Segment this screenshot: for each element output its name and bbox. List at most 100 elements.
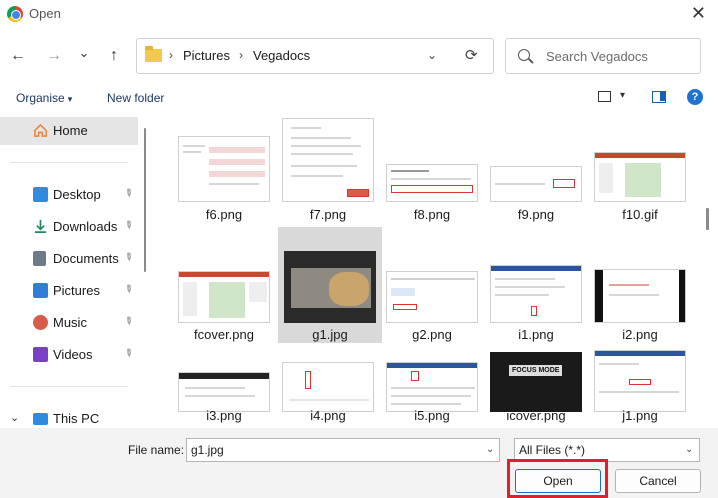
sidebar-item-label: Pictures — [53, 283, 100, 298]
breadcrumb-vegadocs[interactable]: Vegadocs — [253, 48, 310, 63]
organise-label: Organise — [16, 91, 65, 105]
image-thumbnail — [386, 271, 478, 323]
file-item-i2[interactable]: i2.png — [588, 227, 692, 342]
pictures-icon — [33, 283, 48, 298]
new-folder-button[interactable]: New folder — [107, 91, 164, 105]
image-thumbnail — [594, 152, 686, 202]
organise-button[interactable]: Organise ▾ — [16, 91, 72, 105]
preview-pane-icon[interactable] — [652, 91, 666, 103]
music-icon — [33, 315, 48, 330]
file-name: g1.jpg — [312, 327, 348, 342]
expand-chevron-icon[interactable]: ⌄ — [10, 411, 19, 424]
pin-icon[interactable]: ✎ — [121, 283, 134, 297]
close-icon[interactable]: ✕ — [691, 3, 706, 23]
pin-icon[interactable]: ✎ — [121, 315, 134, 329]
file-name-dropdown-icon[interactable]: ⌄ — [486, 444, 494, 455]
pin-icon[interactable]: ✎ — [121, 187, 134, 201]
navigation-bar: ← → ⌄ ↑ › Pictures › Vegadocs ⌄ ⟳ Search… — [0, 38, 718, 74]
file-list-scrollbar[interactable] — [706, 208, 709, 230]
address-dropdown-chevron-icon[interactable]: ⌄ — [427, 48, 437, 62]
sidebar-item-pictures[interactable]: Pictures ✎ — [0, 277, 138, 305]
sidebar-item-videos[interactable]: Videos ✎ — [0, 341, 138, 369]
image-thumbnail — [282, 118, 374, 202]
view-mode-icon[interactable] — [598, 91, 611, 102]
image-thumbnail — [386, 164, 478, 202]
file-name: f9.png — [517, 207, 555, 222]
pin-icon[interactable]: ✎ — [121, 347, 134, 361]
sidebar-item-label: Downloads — [53, 219, 118, 234]
sidebar-scrollbar[interactable] — [144, 128, 146, 272]
file-name: f10.gif — [622, 207, 658, 222]
file-name: f7.png — [309, 207, 347, 222]
sidebar-item-desktop[interactable]: Desktop ✎ — [0, 181, 138, 209]
sidebar-item-downloads[interactable]: Downloads ✎ — [0, 213, 138, 241]
caret-down-icon: ▾ — [67, 94, 73, 104]
file-name: g2.png — [412, 327, 452, 342]
sidebar-item-home[interactable]: Home — [0, 117, 138, 145]
folder-icon — [145, 46, 162, 62]
file-name: fcover.png — [194, 327, 254, 342]
file-item-fcover[interactable]: fcover.png — [172, 227, 276, 342]
file-name: i4.png — [310, 408, 346, 423]
image-thumbnail — [490, 265, 582, 323]
search-input[interactable]: Search Vegadocs — [546, 49, 648, 64]
file-item-f9[interactable]: f9.png — [484, 112, 588, 222]
window-title: Open — [29, 6, 61, 21]
highlight-box — [507, 459, 608, 498]
file-item-i1[interactable]: i1.png — [484, 227, 588, 342]
sidebar-item-label: Desktop — [53, 187, 101, 202]
breadcrumb-separator: › — [169, 48, 173, 62]
file-item-i4[interactable]: i4.png — [276, 344, 380, 428]
sidebar-item-label: Videos — [53, 347, 93, 362]
file-item-icover[interactable]: FOCUS MODE icover.png — [484, 344, 588, 428]
file-item-f6[interactable]: f6.png — [172, 112, 276, 222]
image-thumbnail — [284, 251, 376, 323]
back-arrow-icon[interactable]: ← — [8, 46, 28, 66]
breadcrumb-pictures[interactable]: Pictures — [183, 48, 230, 63]
file-item-g1[interactable]: g1.jpg — [278, 227, 382, 343]
file-item-f10[interactable]: f10.gif — [588, 112, 692, 222]
file-item-i3[interactable]: i3.png — [172, 344, 276, 428]
image-thumbnail — [282, 362, 374, 412]
search-box[interactable]: Search Vegadocs — [505, 38, 701, 74]
file-name: icover.png — [506, 408, 566, 423]
file-name-label: File name: — [128, 443, 185, 457]
recent-locations-chevron-icon[interactable]: ⌄ — [74, 46, 94, 66]
image-thumbnail — [490, 166, 582, 202]
view-options-caret-icon[interactable]: ▾ — [620, 90, 625, 101]
file-name-field[interactable] — [186, 438, 500, 462]
pin-icon[interactable]: ✎ — [121, 251, 134, 265]
home-icon — [34, 123, 47, 137]
download-icon — [34, 219, 47, 233]
sidebar-item-this-pc[interactable]: ⌄ This PC — [0, 405, 138, 428]
file-item-i5[interactable]: i5.png — [380, 344, 484, 428]
address-bar[interactable]: › Pictures › Vegadocs ⌄ ⟳ — [136, 38, 494, 74]
help-icon[interactable]: ? — [687, 89, 703, 105]
sidebar-item-label: This PC — [53, 411, 100, 426]
thumbnail-caption: FOCUS MODE — [509, 365, 563, 376]
pin-icon[interactable]: ✎ — [121, 219, 134, 233]
forward-arrow-icon[interactable]: → — [44, 46, 64, 66]
file-item-f7[interactable]: f7.png — [276, 112, 380, 222]
dialog-footer: File name: ⌄ All Files (*.*) ⌄ Open Canc… — [0, 428, 718, 498]
sidebar-item-label: Music — [53, 315, 87, 330]
cancel-button[interactable]: Cancel — [615, 469, 701, 493]
file-item-f8[interactable]: f8.png — [380, 112, 484, 222]
file-item-g2[interactable]: g2.png — [380, 227, 484, 342]
command-bar: Organise ▾ New folder ▾ ? — [0, 86, 718, 112]
sidebar-item-music[interactable]: Music ✎ — [0, 309, 138, 337]
file-name: f8.png — [413, 207, 451, 222]
sidebar-item-label: Documents — [53, 251, 119, 266]
sidebar-item-label: Home — [53, 123, 88, 138]
image-thumbnail — [178, 372, 270, 412]
videos-icon — [33, 347, 48, 362]
divider — [10, 386, 128, 387]
file-item-j1[interactable]: j1.png — [588, 344, 692, 428]
file-name: i2.png — [622, 327, 658, 342]
file-name: f6.png — [205, 207, 243, 222]
search-icon — [518, 49, 530, 61]
sidebar-item-documents[interactable]: Documents ✎ — [0, 245, 138, 273]
up-arrow-icon[interactable]: ↑ — [104, 46, 124, 66]
title-bar: Open ✕ — [0, 0, 718, 28]
refresh-icon[interactable]: ⟳ — [465, 46, 478, 64]
